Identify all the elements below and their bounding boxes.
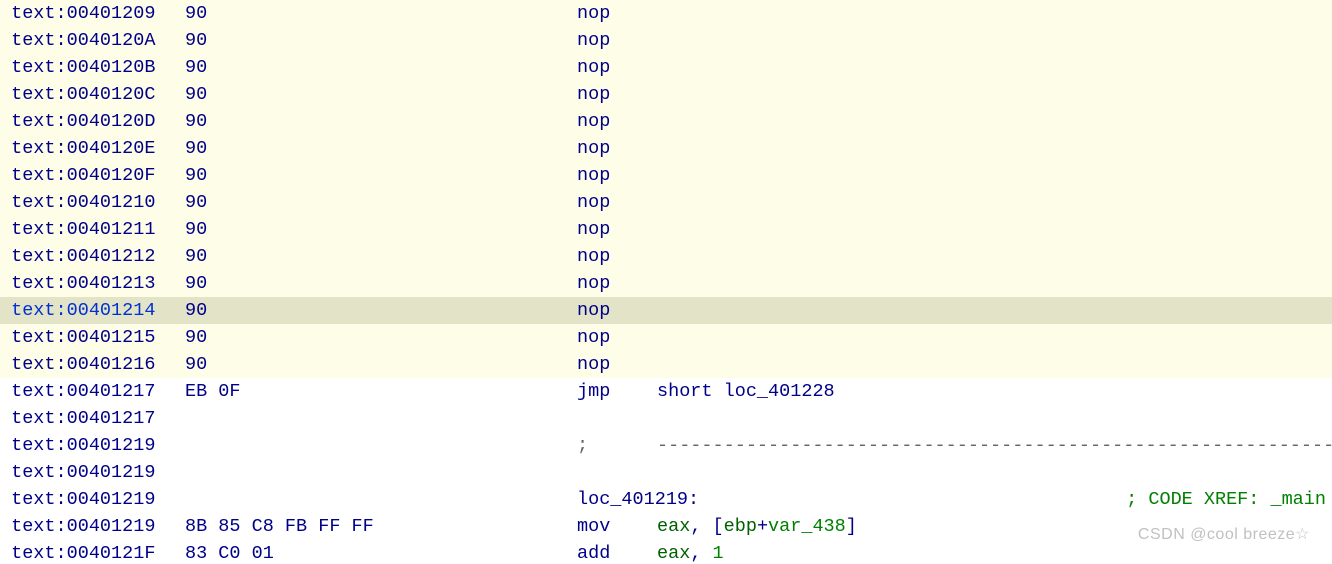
address: text:00401214 (0, 297, 185, 324)
disasm-line[interactable]: text:0040120E 90nop (0, 135, 1332, 162)
separator: ; (577, 432, 657, 459)
address: text:00401210 (0, 189, 185, 216)
address: text:0040120E (0, 135, 185, 162)
hex-bytes: 8B 85 C8 FB FF FF (185, 513, 577, 540)
disasm-line[interactable]: text:0040120F 90nop (0, 162, 1332, 189)
hex-bytes: 90 (185, 162, 577, 189)
mnemonic: nop (577, 81, 657, 108)
mnemonic: nop (577, 108, 657, 135)
address: text:0040120B (0, 54, 185, 81)
xref-comment: ; CODE XREF: _main (1126, 486, 1332, 513)
address: text:00401217 (0, 405, 185, 432)
hex-bytes: 90 (185, 27, 577, 54)
hex-bytes: 90 (185, 54, 577, 81)
address: text:00401217 (0, 378, 185, 405)
disasm-line[interactable]: text:0040121F 83 C0 01addeax, 1 (0, 540, 1332, 564)
hex-bytes: 90 (185, 0, 577, 27)
disasm-line[interactable]: text:00401214 90nop (0, 297, 1332, 324)
hex-bytes: 90 (185, 216, 577, 243)
hex-bytes: 90 (185, 351, 577, 378)
disasm-line[interactable]: text:00401210 90nop (0, 189, 1332, 216)
disasm-line[interactable]: text:00401212 90nop (0, 243, 1332, 270)
disasm-line[interactable]: text:0040120D 90nop (0, 108, 1332, 135)
disasm-line[interactable]: text:00401219 (0, 459, 1332, 486)
mnemonic: nop (577, 270, 657, 297)
operands: short loc_401228 (657, 378, 1332, 405)
hex-bytes: 90 (185, 297, 577, 324)
mnemonic: nop (577, 27, 657, 54)
address: text:00401212 (0, 243, 185, 270)
address: text:0040120D (0, 108, 185, 135)
address: text:0040120C (0, 81, 185, 108)
mnemonic: add (577, 540, 657, 564)
hex-bytes: 90 (185, 189, 577, 216)
address: text:00401219 (0, 459, 185, 486)
address: text:00401215 (0, 324, 185, 351)
mnemonic: nop (577, 162, 657, 189)
disasm-line[interactable]: text:0040120A 90nop (0, 27, 1332, 54)
disasm-line[interactable]: text:00401217 (0, 405, 1332, 432)
disasm-line[interactable]: text:00401219 ; ------------------------… (0, 432, 1332, 459)
disasm-line[interactable]: text:00401219 8B 85 C8 FB FF FFmoveax, [… (0, 513, 1332, 540)
disasm-line[interactable]: text:00401215 90nop (0, 324, 1332, 351)
disasm-line[interactable]: text:00401211 90nop (0, 216, 1332, 243)
disasm-line[interactable]: text:00401209 90nop (0, 0, 1332, 27)
address: text:00401209 (0, 0, 185, 27)
hex-bytes: 90 (185, 270, 577, 297)
disasm-line[interactable]: text:00401217 EB 0Fjmpshort loc_401228 (0, 378, 1332, 405)
operands: eax, [ebp+var_438] (657, 513, 1332, 540)
mnemonic: nop (577, 216, 657, 243)
mnemonic: jmp (577, 378, 657, 405)
address: text:0040120F (0, 162, 185, 189)
address: text:00401211 (0, 216, 185, 243)
mnemonic: nop (577, 189, 657, 216)
code-label: loc_401219: (577, 486, 1126, 513)
mnemonic: nop (577, 243, 657, 270)
mnemonic: nop (577, 351, 657, 378)
mnemonic: nop (577, 297, 657, 324)
mnemonic: nop (577, 324, 657, 351)
hex-bytes: 90 (185, 135, 577, 162)
hex-bytes: 90 (185, 243, 577, 270)
hex-bytes: 83 C0 01 (185, 540, 577, 564)
disasm-line[interactable]: text:00401216 90nop (0, 351, 1332, 378)
mnemonic: nop (577, 0, 657, 27)
address: text:00401219 (0, 432, 185, 459)
address: text:00401216 (0, 351, 185, 378)
separator-line: ----------------------------------------… (657, 432, 1332, 459)
hex-bytes: 90 (185, 108, 577, 135)
disassembly-view[interactable]: text:00401209 90nop text:0040120A 90nop … (0, 0, 1332, 564)
disasm-line[interactable]: text:0040120C 90nop (0, 81, 1332, 108)
hex-bytes: EB 0F (185, 378, 577, 405)
hex-bytes: 90 (185, 81, 577, 108)
address: text:00401219 (0, 513, 185, 540)
disasm-line[interactable]: text:00401213 90nop (0, 270, 1332, 297)
address: text:00401219 (0, 486, 185, 513)
disasm-line[interactable]: text:0040120B 90nop (0, 54, 1332, 81)
address: text:0040120A (0, 27, 185, 54)
address: text:0040121F (0, 540, 185, 564)
mnemonic: mov (577, 513, 657, 540)
disasm-line[interactable]: text:00401219 loc_401219:; CODE XREF: _m… (0, 486, 1332, 513)
address: text:00401213 (0, 270, 185, 297)
operands: eax, 1 (657, 540, 1332, 564)
hex-bytes: 90 (185, 324, 577, 351)
mnemonic: nop (577, 54, 657, 81)
mnemonic: nop (577, 135, 657, 162)
